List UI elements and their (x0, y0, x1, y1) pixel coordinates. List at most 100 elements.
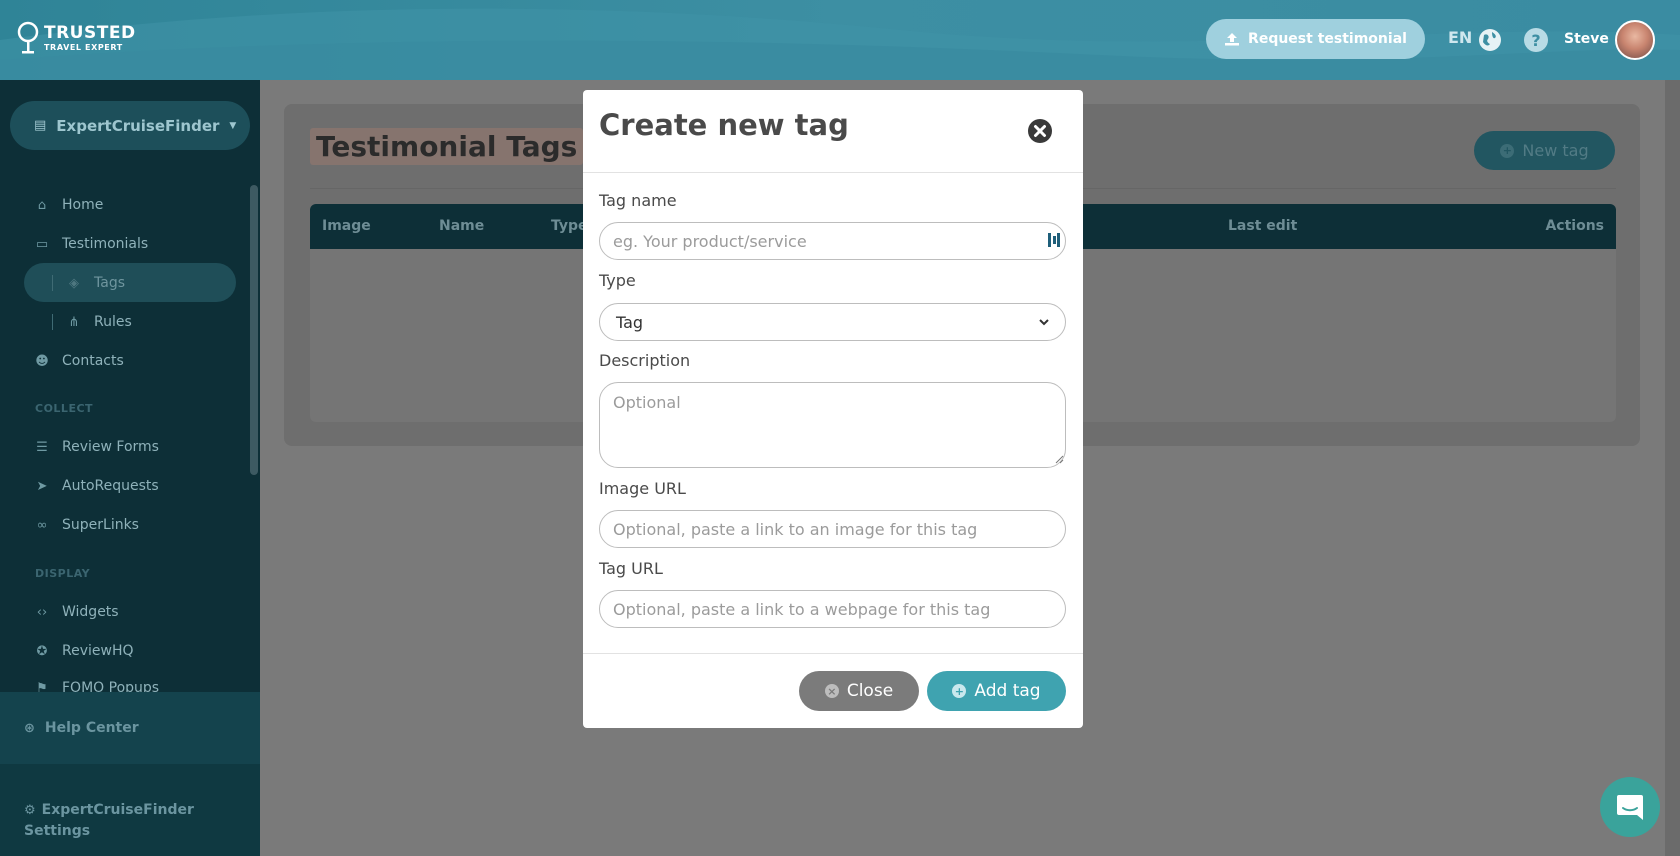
page-title: Testimonial Tags (310, 128, 584, 165)
image-url-input[interactable] (599, 510, 1066, 548)
language-selector[interactable]: EN (1448, 28, 1472, 47)
section-label-collect: COLLECT (35, 402, 94, 415)
logo-text-line2: TRAVEL EXPERT (44, 42, 123, 52)
tag-url-label: Tag URL (599, 559, 663, 578)
user-name[interactable]: Steve (1564, 31, 1609, 47)
code-icon: ‹› (36, 604, 48, 620)
help-center-label: Help Center (44, 720, 139, 736)
column-header-image[interactable]: Image (322, 218, 371, 234)
sidebar-item-tags[interactable]: ◈ Tags (66, 275, 125, 291)
workspace-selector[interactable]: ▤ ExpertCruiseFinder ▼ (10, 101, 250, 150)
column-header-name[interactable]: Name (439, 218, 484, 234)
request-testimonial-button[interactable]: Request testimonial (1206, 19, 1425, 59)
sidebar-item-label: Contacts (62, 353, 124, 369)
flag-icon: ⚑ (36, 680, 48, 693)
add-tag-button[interactable]: + Add tag (927, 671, 1066, 711)
sidebar-item-home[interactable]: ⌂ Home (34, 197, 103, 213)
upload-icon (1225, 33, 1240, 46)
sidebar-item-widgets[interactable]: ‹› Widgets (34, 604, 119, 620)
submenu-line (52, 275, 53, 291)
sidebar-item-superlinks[interactable]: ∞ SuperLinks (34, 517, 139, 533)
chat-bubble-icon (1617, 795, 1643, 820)
create-tag-modal: Create new tag Tag name Type Tag Descrip… (583, 90, 1083, 728)
tag-name-label: Tag name (599, 191, 677, 210)
list-icon: ☰ (36, 439, 48, 455)
logo[interactable]: TRUSTED TRAVEL EXPERT (16, 20, 136, 56)
type-label: Type (599, 271, 636, 290)
resize-grip-icon[interactable] (1054, 454, 1064, 464)
header-wave-decoration (0, 8, 1680, 80)
microphone-logo-icon (17, 21, 39, 54)
description-label: Description (599, 351, 691, 370)
sidebar-item-label: AutoRequests (62, 478, 159, 494)
type-select[interactable]: Tag (599, 303, 1066, 341)
logo-text-line1: TRUSTED (44, 22, 136, 43)
sidebar: ▤ ExpertCruiseFinder ▼ ⌂ Home ▭ Testimon… (0, 80, 260, 856)
home-icon: ⌂ (37, 197, 47, 213)
chevron-down-icon (1039, 318, 1049, 325)
x-circle-icon: × (824, 684, 839, 698)
store-icon: ▤ (34, 118, 47, 133)
close-button-label: Close (846, 681, 894, 701)
top-header: TRUSTED TRAVEL EXPERT Request testimonia… (0, 0, 1680, 80)
settings-link[interactable]: ⚙ ExpertCruiseFinder Settings (24, 800, 224, 842)
chat-launcher-button[interactable] (1600, 777, 1660, 837)
sidebar-item-testimonials[interactable]: ▭ Testimonials (34, 236, 148, 252)
testimonials-icon: ▭ (35, 236, 49, 252)
sidebar-item-rules[interactable]: ⋔ Rules (66, 314, 132, 330)
password-manager-icon[interactable] (1048, 233, 1060, 247)
sidebar-item-label: ReviewHQ (62, 643, 134, 659)
modal-title: Create new tag (599, 108, 849, 142)
globe-icon[interactable] (1478, 28, 1502, 52)
column-header-actions: Actions (1545, 218, 1604, 234)
description-textarea[interactable] (599, 382, 1066, 468)
page-scrollbar[interactable] (1665, 80, 1680, 856)
sidebar-item-label: FOMO Popups (62, 680, 160, 692)
sidebar-item-review-forms[interactable]: ☰ Review Forms (34, 439, 159, 455)
plus-circle-icon: + (1500, 143, 1515, 158)
sidebar-item-label: Tags (94, 275, 125, 291)
sidebar-item-label: SuperLinks (62, 517, 139, 533)
star-icon: ✪ (36, 643, 48, 659)
paper-plane-icon: ➤ (36, 478, 48, 494)
type-selected-value: Tag (616, 312, 644, 332)
caret-down-icon: ▼ (229, 120, 237, 131)
image-url-label: Image URL (599, 479, 686, 498)
sidebar-item-fomo-popups[interactable]: ⚑ FOMO Popups (34, 680, 159, 692)
gear-icon: ⚙ (24, 803, 36, 818)
plus-circle-icon: + (952, 684, 967, 698)
tag-url-input[interactable] (599, 590, 1066, 628)
add-tag-button-label: Add tag (974, 681, 1041, 701)
modal-divider-top (583, 172, 1083, 173)
active-nav-highlight (24, 263, 236, 302)
link-icon: ∞ (36, 517, 48, 533)
sidebar-item-label: Widgets (62, 604, 119, 620)
new-tag-button[interactable]: + New tag (1474, 131, 1615, 170)
tag-icon: ◈ (69, 275, 79, 291)
sidebar-item-label: Rules (94, 314, 132, 330)
sidebar-item-label: Testimonials (62, 236, 149, 252)
user-avatar[interactable] (1615, 20, 1655, 60)
settings-area: ⚙ ExpertCruiseFinder Settings (0, 764, 260, 856)
close-button[interactable]: × Close (799, 671, 919, 711)
section-label-display: DISPLAY (35, 567, 91, 580)
lifebuoy-icon: ⊛ (24, 720, 35, 736)
modal-divider-bottom (583, 653, 1083, 654)
help-question-icon[interactable]: ? (1524, 28, 1548, 52)
sidebar-item-label: Review Forms (62, 439, 159, 455)
help-center-button[interactable]: ⊛ Help Center (0, 692, 260, 764)
sidebar-item-reviewhq[interactable]: ✪ ReviewHQ (34, 643, 134, 659)
settings-label: ExpertCruiseFinder Settings (24, 802, 194, 839)
workspace-name: ExpertCruiseFinder (56, 116, 220, 135)
request-testimonial-label: Request testimonial (1248, 31, 1407, 47)
column-header-last-edit[interactable]: Last edit (1228, 218, 1297, 234)
sidebar-item-label: Home (62, 197, 104, 213)
close-icon[interactable] (1028, 119, 1052, 143)
sidebar-item-autorequests[interactable]: ➤ AutoRequests (34, 478, 159, 494)
users-icon: ☻ (35, 353, 49, 369)
tag-name-input[interactable] (599, 222, 1066, 260)
sitemap-icon: ⋔ (68, 314, 80, 330)
new-tag-label: New tag (1522, 141, 1589, 160)
sidebar-item-contacts[interactable]: ☻ Contacts (34, 353, 124, 369)
sidebar-scrollbar[interactable] (250, 185, 258, 475)
